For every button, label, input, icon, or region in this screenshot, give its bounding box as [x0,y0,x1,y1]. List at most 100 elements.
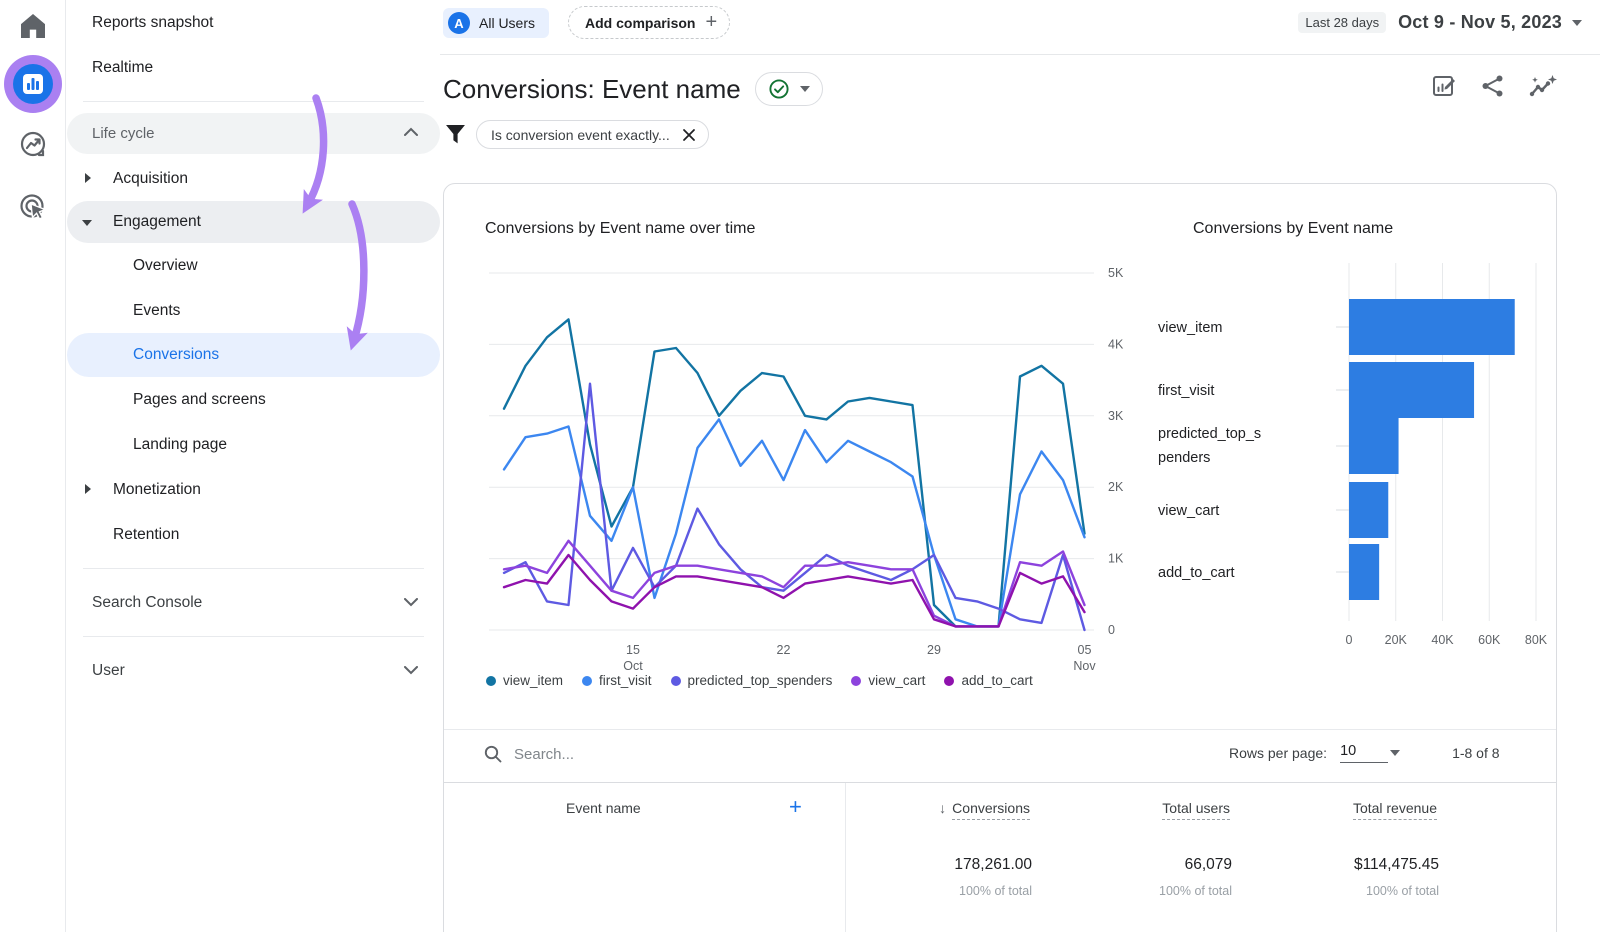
legend-dot-icon [486,676,496,686]
legend-label: view_item [503,673,563,688]
sidebar-item-search-console[interactable]: Search Console [67,580,440,625]
sidebar-item-life-cycle[interactable]: Life cycle [67,113,440,154]
all-users-segment-chip[interactable]: A All Users [443,8,549,38]
divider [444,782,1556,783]
report-card: Conversions by Event name over time Conv… [443,183,1557,932]
rows-per-page-select[interactable]: 10 [1340,743,1388,763]
legend-dot-icon [582,676,592,686]
chevron-down-icon[interactable] [1390,750,1400,756]
sidebar-item-reports-snapshot[interactable]: Reports snapshot [67,0,440,45]
legend-item-view-item[interactable]: view_item [486,673,563,688]
sidebar-item-label: Landing page [133,436,227,454]
add-column-icon[interactable]: + [789,794,802,820]
ga4-conversions-report: Reports snapshot Realtime Life cycle Acquis… [0,0,1600,932]
sidebar-item-label: Overview [133,257,198,275]
sidebar-item-label: Reports snapshot [92,14,214,32]
svg-text:0: 0 [1346,633,1353,647]
filter-chip[interactable]: Is conversion event exactly... [476,120,709,149]
sidebar-item-engagement[interactable]: Engagement [67,201,440,243]
legend-label: view_cart [868,673,925,688]
svg-text:05: 05 [1078,643,1092,657]
sidebar-item-label: Monetization [113,481,201,499]
sidebar-item-label: Conversions [133,346,219,364]
sidebar-item-label: User [92,662,125,680]
legend-item-predicted-top-spenders[interactable]: predicted_top_spenders [671,673,833,688]
search-input[interactable] [514,746,814,763]
rows-per-page-label: Rows per page: [1229,745,1327,761]
conversion-status-dropdown[interactable] [755,72,823,106]
filter-funnel-icon [445,124,466,145]
pagination-range: 1-8 of 8 [1452,745,1499,761]
close-icon[interactable] [682,128,696,142]
totals-share: 100% of total [832,884,1032,898]
sidebar-item-events[interactable]: Events [67,288,440,333]
plus-icon: + [705,11,717,34]
divider [444,729,1556,730]
sidebar-item-pages-and-screens[interactable]: Pages and screens [67,377,440,422]
date-range-picker[interactable]: Last 28 days Oct 9 - Nov 5, 2023 [1298,12,1582,33]
expand-arrow-icon [85,173,91,183]
divider [83,636,424,637]
main-content: A All Users Add comparison + Last 28 day… [440,0,1600,932]
svg-text:first_visit: first_visit [1158,383,1214,399]
chevron-down-icon [800,86,810,92]
sidebar-item-acquisition[interactable]: Acquisition [67,156,440,201]
sidebar-item-overview[interactable]: Overview [67,243,440,288]
add-comparison-button[interactable]: Add comparison + [568,6,730,39]
advertising-icon[interactable] [0,192,66,222]
svg-text:view_cart: view_cart [1158,503,1219,519]
header-actions [1431,74,1557,105]
sidebar-item-label: Realtime [92,59,153,77]
legend-item-add-to-cart[interactable]: add_to_cart [944,673,1032,688]
legend-item-first-visit[interactable]: first_visit [582,673,652,688]
sidebar-item-realtime[interactable]: Realtime [67,45,440,90]
sidebar-item-label: Events [133,302,180,320]
share-icon[interactable] [1481,74,1505,105]
chevron-down-icon [1572,20,1582,26]
date-preset-badge: Last 28 days [1298,12,1386,33]
conversions-line-chart: 01K2K3K4K5K15Oct222905Nov [444,184,1144,729]
segment-label: All Users [479,15,535,31]
legend-label: first_visit [599,673,652,688]
sidebar-item-monetization[interactable]: Monetization [67,467,440,512]
add-comparison-label: Add comparison [585,15,695,31]
home-icon[interactable] [0,10,66,42]
sidebar-item-label: Search Console [92,594,202,612]
totals-conversions: 178,261.00 [832,856,1032,874]
column-header-total-users[interactable]: Total users [1162,800,1230,816]
sidebar-item-label: Life cycle [92,125,155,142]
insights-icon[interactable] [1529,74,1557,105]
chevron-down-icon [404,666,418,675]
check-circle-icon [768,78,790,100]
sidebar-item-label: Acquisition [113,170,188,188]
totals-revenue: $114,475.45 [1239,856,1439,874]
column-header-event-name: Event name [566,800,641,816]
sidebar-item-user[interactable]: User [67,648,440,693]
report-sidebar: Reports snapshot Realtime Life cycle Acquis… [67,0,440,932]
svg-text:2K: 2K [1108,480,1124,494]
sidebar-item-conversions[interactable]: Conversions [67,333,440,377]
pagination-controls: Rows per page: 10 1-8 of 8 [1229,743,1500,763]
chevron-up-icon [404,127,418,136]
svg-text:29: 29 [927,643,941,657]
legend-dot-icon [944,676,954,686]
search-icon [484,745,502,763]
sidebar-item-label: Pages and screens [133,391,266,409]
svg-text:0: 0 [1108,623,1115,637]
legend-item-view-cart[interactable]: view_cart [851,673,925,688]
customize-report-icon[interactable] [1431,74,1457,105]
svg-text:15: 15 [626,643,640,657]
column-header-total-revenue[interactable]: Total revenue [1353,800,1437,816]
svg-text:60K: 60K [1478,633,1501,647]
filter-chip-label: Is conversion event exactly... [491,127,670,143]
svg-text:5K: 5K [1108,266,1124,280]
left-navigation-rail [0,0,66,932]
svg-text:penders: penders [1158,450,1210,466]
reports-icon[interactable] [0,55,66,113]
divider [83,101,424,102]
explore-icon[interactable] [0,130,66,160]
divider [83,568,424,569]
sidebar-item-landing-page[interactable]: Landing page [67,422,440,467]
sidebar-item-retention[interactable]: Retention [67,512,440,557]
column-header-conversions[interactable]: ↓Conversions [939,800,1030,816]
